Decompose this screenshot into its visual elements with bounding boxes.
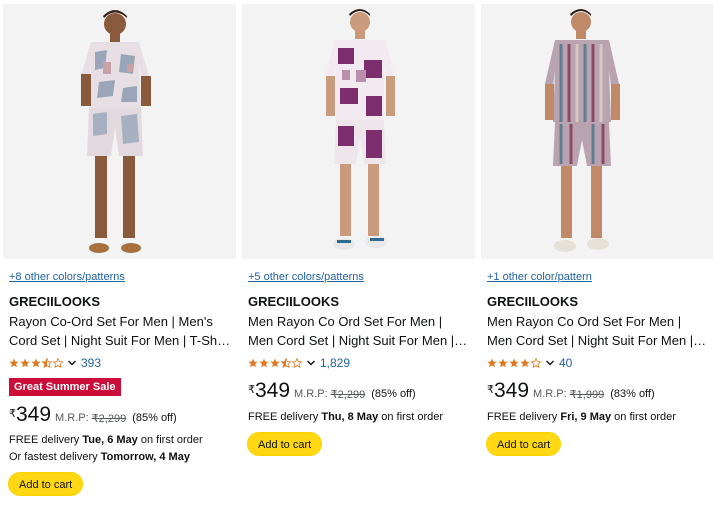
star-full-icon (20, 358, 30, 368)
product-title[interactable]: Men Rayon Co Ord Set For Men | Men Cord … (248, 312, 470, 350)
star-full-icon (498, 358, 508, 368)
mrp-value: ₹1,999 (569, 389, 605, 401)
star-empty-icon (53, 358, 63, 368)
price-value: 349 (16, 403, 52, 426)
other-colors-link[interactable]: +1 other color/pattern (487, 271, 592, 283)
product-card: +8 other colors/patterns GRECIILOOKS Ray… (3, 0, 236, 506)
star-rating (9, 358, 64, 368)
star-half-icon (42, 358, 52, 368)
star-empty-icon (531, 358, 541, 368)
currency-symbol: ₹ (487, 384, 494, 396)
delivery-prefix: FREE delivery (487, 411, 558, 423)
star-rating (487, 358, 542, 368)
sale-badge: Great Summer Sale (9, 378, 121, 396)
rating-count[interactable]: 393 (81, 356, 101, 370)
star-empty-icon (292, 358, 302, 368)
delivery-line: FREE delivery Fri, 9 May on first order (487, 411, 676, 423)
product-card: +5 other colors/patterns GRECIILOOKS Men… (242, 0, 475, 506)
star-full-icon (9, 358, 19, 368)
discount-text: (83% off) (610, 388, 655, 400)
delivery-date: Fri, 9 May (560, 411, 612, 423)
chevron-down-icon[interactable] (545, 358, 555, 368)
chevron-down-icon[interactable] (67, 358, 77, 368)
discount-text: (85% off) (132, 412, 177, 424)
add-to-cart-button[interactable]: Add to cart (247, 432, 323, 456)
price-row: ₹ 349 M.R.P: ₹2,299 (85% off) (248, 380, 416, 402)
product-card: +1 other color/pattern GRECIILOOKS Men R… (481, 0, 713, 506)
add-to-cart-button[interactable]: Add to cart (486, 432, 562, 456)
brand-name: GRECIILOOKS (487, 294, 579, 309)
add-to-cart-button[interactable]: Add to cart (8, 472, 84, 496)
product-title[interactable]: Men Rayon Co Ord Set For Men | Men Cord … (487, 312, 709, 350)
delivery-prefix: FREE delivery (248, 411, 319, 423)
price-row: ₹ 349 M.R.P: ₹2,299 (85% off) (9, 404, 177, 426)
search-results-grid: +8 other colors/patterns GRECIILOOKS Ray… (0, 0, 713, 506)
fastest-date: Tomorrow, 4 May (100, 451, 190, 463)
star-half-icon (281, 358, 291, 368)
discount-text: (85% off) (371, 388, 416, 400)
rating-count[interactable]: 40 (559, 356, 572, 370)
delivery-date: Tue, 6 May (82, 434, 138, 446)
mrp-label: M.R.P: (533, 388, 567, 400)
star-full-icon (270, 358, 280, 368)
delivery-line: FREE delivery Tue, 6 May on first order (9, 434, 203, 446)
fastest-prefix: Or fastest delivery (9, 451, 98, 463)
brand-name: GRECIILOOKS (248, 294, 340, 309)
mrp-label: M.R.P: (294, 388, 328, 400)
delivery-suffix: on first order (140, 434, 203, 446)
delivery-suffix: on first order (614, 411, 676, 423)
product-image[interactable] (481, 4, 713, 259)
delivery-line: FREE delivery Thu, 8 May on first order (248, 411, 443, 423)
star-full-icon (520, 358, 530, 368)
delivery-date: Thu, 8 May (321, 411, 379, 423)
product-title[interactable]: Rayon Co-Ord Set For Men | Men's Cord Se… (9, 312, 231, 350)
rating-count[interactable]: 1,829 (320, 356, 350, 370)
star-full-icon (31, 358, 41, 368)
rating-row[interactable]: 393 (9, 355, 101, 371)
other-colors-link[interactable]: +8 other colors/patterns (9, 271, 125, 283)
price-row: ₹ 349 M.R.P: ₹1,999 (83% off) (487, 380, 655, 402)
product-image[interactable] (3, 4, 236, 259)
mrp-value: ₹2,299 (91, 413, 127, 425)
mrp-label: M.R.P: (55, 412, 89, 424)
brand-name: GRECIILOOKS (9, 294, 101, 309)
star-full-icon (259, 358, 269, 368)
delivery-prefix: FREE delivery (9, 434, 80, 446)
star-full-icon (487, 358, 497, 368)
star-rating (248, 358, 303, 368)
rating-row[interactable]: 1,829 (248, 355, 350, 371)
fastest-delivery-line: Or fastest delivery Tomorrow, 4 May (9, 451, 190, 463)
price-value: 349 (255, 379, 291, 402)
delivery-suffix: on first order (381, 411, 444, 423)
rating-row[interactable]: 40 (487, 355, 572, 371)
chevron-down-icon[interactable] (306, 358, 316, 368)
currency-symbol: ₹ (9, 408, 16, 420)
star-full-icon (248, 358, 258, 368)
star-full-icon (509, 358, 519, 368)
product-image[interactable] (242, 4, 475, 259)
currency-symbol: ₹ (248, 384, 255, 396)
other-colors-link[interactable]: +5 other colors/patterns (248, 271, 364, 283)
price-value: 349 (494, 379, 530, 402)
mrp-value: ₹2,299 (330, 389, 366, 401)
